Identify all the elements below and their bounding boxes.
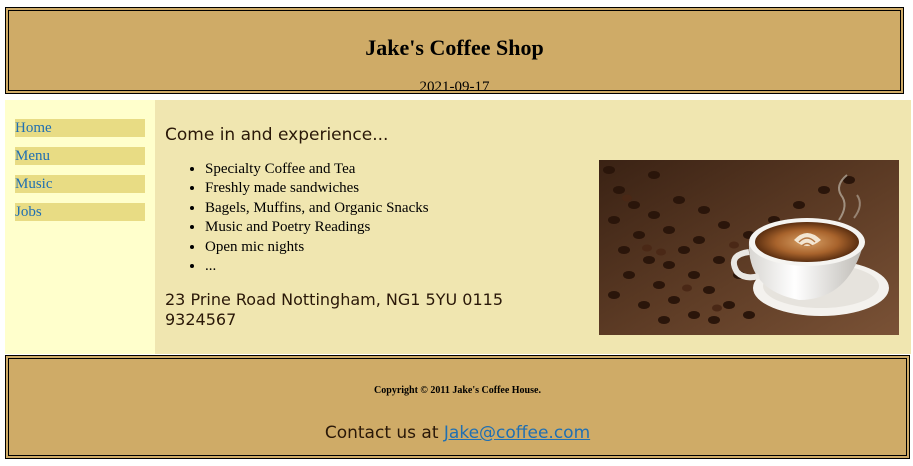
current-date: 2021-09-17 [419,79,490,95]
contact-prefix: Contact us at [324,423,439,443]
intro-heading: Come in and experience... [165,125,389,145]
contact-email-link[interactable]: Jake@coffee.com [444,423,590,443]
list-item: Specialty Coffee and Tea [205,160,429,179]
copyright-text: Copyright © 2011 Jake's Coffee House. [374,385,541,396]
list-item: Bagels, Muffins, and Organic Snacks [205,199,429,218]
features-list: Specialty Coffee and Tea Freshly made sa… [185,160,429,276]
nav-link-home[interactable]: Home [15,119,145,137]
nav-link-music[interactable]: Music [15,175,145,193]
nav-link-menu[interactable]: Menu [15,147,145,165]
main-content: Come in and experience... Specialty Coff… [155,100,911,354]
coffee-cup-image [599,160,899,335]
list-item: Music and Poetry Readings [205,218,429,237]
contact-line: Contact us at Jake@coffee.com [9,423,906,443]
list-item: ... [205,257,429,276]
sidebar-nav: Home Menu Music Jobs [5,100,155,354]
list-item: Open mic nights [205,238,429,257]
list-item: Freshly made sandwiches [205,179,429,198]
site-title: Jake's Coffee Shop [365,35,544,60]
shop-address: 23 Prine Road Nottingham, NG1 5YU 0115 9… [165,290,503,329]
nav-link-jobs[interactable]: Jobs [15,203,145,221]
site-footer: Copyright © 2011 Jake's Coffee House. Co… [5,355,910,459]
site-header: Jake's Coffee Shop 2021-09-17 [5,7,904,95]
